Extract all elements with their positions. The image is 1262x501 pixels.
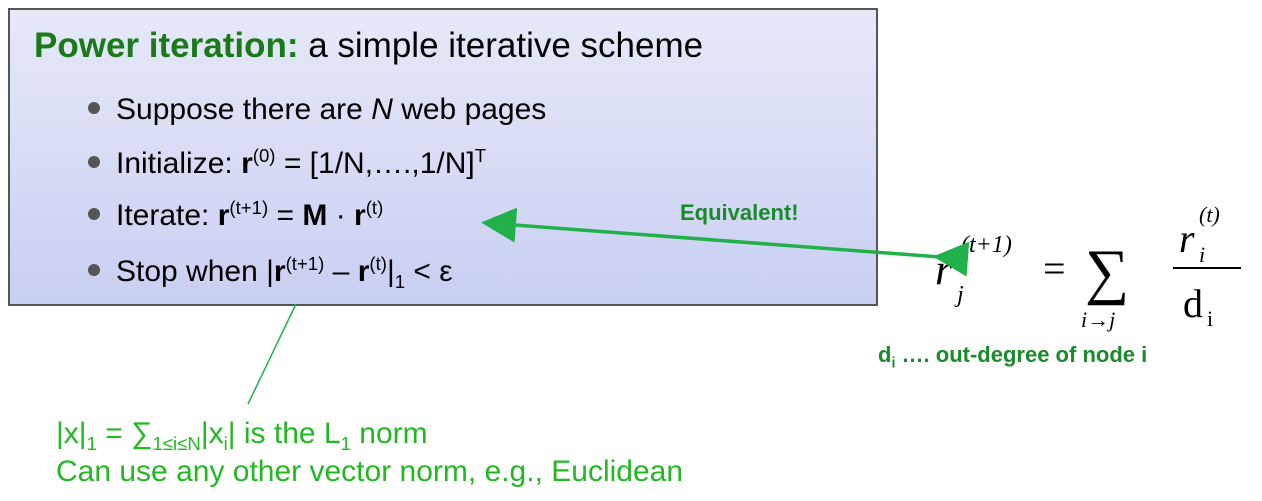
equivalent-arrow-icon (481, 207, 970, 277)
arrows-layer (247, 207, 970, 405)
norm-pointer-line (247, 303, 297, 405)
